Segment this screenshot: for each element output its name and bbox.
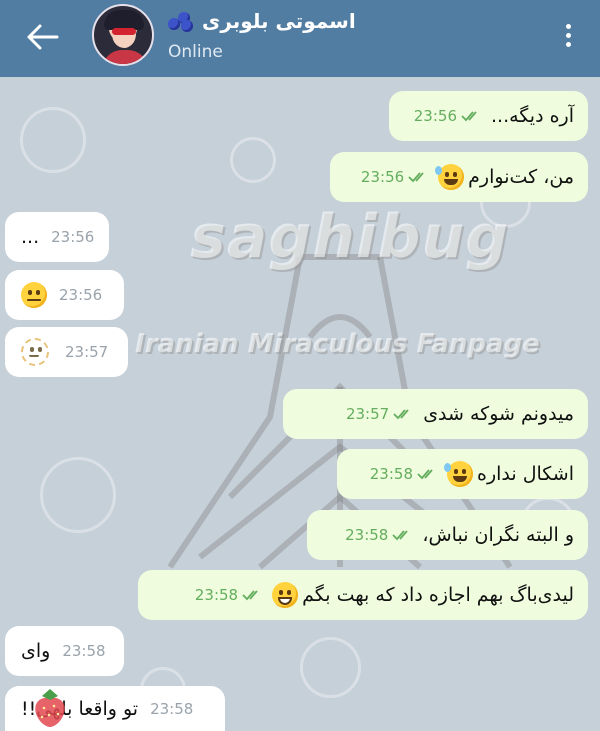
message-text: و البته نگران نباش، bbox=[422, 524, 574, 546]
message-time: 23:58 bbox=[194, 586, 239, 604]
dotted-line-face-emoji-icon bbox=[21, 338, 49, 366]
message-outgoing[interactable]: 23:57 میدونم شوکه شدی bbox=[283, 389, 588, 439]
message-meta: 23:58 bbox=[370, 465, 437, 483]
message-text: من، کت‌نوارم bbox=[468, 166, 574, 188]
message-time: 23:56 bbox=[59, 286, 103, 304]
contact-title[interactable]: اسموتی بلوبری bbox=[168, 6, 356, 36]
double-check-icon bbox=[242, 590, 258, 601]
message-text: اشکال نداره bbox=[477, 463, 574, 485]
message-time: 23:58 bbox=[369, 465, 413, 483]
message-time: 23:56 bbox=[413, 107, 457, 125]
message-time: 23:58 bbox=[150, 699, 194, 718]
contact-name: اسموتی بلوبری bbox=[202, 9, 356, 33]
message-incoming[interactable]: وای 23:58 bbox=[5, 626, 124, 676]
message-text: میدونم شوکه شدی bbox=[423, 403, 574, 425]
double-check-icon bbox=[417, 469, 433, 480]
double-check-icon bbox=[393, 409, 409, 420]
sweat-smile-emoji-icon bbox=[435, 164, 465, 190]
watermark-title: saghibug bbox=[190, 202, 510, 272]
message-meta: 23:56 bbox=[414, 107, 481, 125]
message-meta: 23:56 bbox=[361, 168, 428, 186]
grin-emoji-icon bbox=[272, 582, 299, 608]
message-text: وای bbox=[21, 640, 51, 662]
message-time: 23:57 bbox=[65, 343, 109, 361]
message-incoming[interactable]: 23:57 bbox=[5, 327, 128, 377]
message-time: 23:56 bbox=[360, 168, 405, 186]
message-incoming[interactable]: 23:56 bbox=[5, 270, 124, 320]
avatar[interactable] bbox=[92, 4, 154, 66]
online-status: Online bbox=[168, 42, 223, 62]
more-vertical-icon[interactable] bbox=[564, 24, 572, 52]
blueberries-icon bbox=[168, 10, 194, 32]
arrow-left-icon[interactable] bbox=[24, 22, 60, 52]
message-incoming[interactable]: ... 23:56 bbox=[5, 212, 109, 262]
message-time: 23:57 bbox=[345, 405, 390, 423]
message-meta: 23:58 bbox=[345, 526, 412, 544]
message-time: 23:58 bbox=[345, 526, 389, 544]
message-text: ... bbox=[21, 226, 40, 248]
watermark-subtitle: Iranian Miraculous Fanpage bbox=[135, 329, 540, 359]
double-check-icon bbox=[461, 111, 477, 122]
neutral-face-emoji-icon bbox=[21, 282, 47, 308]
message-text: آره دیگه... bbox=[491, 105, 574, 127]
message-text: لیدی‌باگ بهم اجازه داد که بهت بگم bbox=[302, 584, 574, 606]
message-time: 23:58 bbox=[62, 642, 106, 660]
double-check-icon bbox=[392, 530, 409, 541]
message-meta: 23:57 bbox=[346, 405, 413, 423]
message-outgoing[interactable]: 23:56 من، کت‌نوارم bbox=[330, 152, 588, 202]
message-outgoing[interactable]: 23:58 اشکال نداره bbox=[337, 449, 588, 499]
strawberry-icon bbox=[35, 689, 65, 727]
message-outgoing[interactable]: 23:58 لیدی‌باگ بهم اجازه داد که بهت بگم bbox=[138, 570, 588, 620]
sweat-smile-emoji-icon bbox=[444, 461, 473, 487]
message-meta: 23:58 bbox=[195, 586, 262, 604]
message-outgoing[interactable]: 23:58 و البته نگران نباش، bbox=[307, 510, 588, 560]
message-outgoing[interactable]: 23:56 آره دیگه... bbox=[389, 91, 588, 141]
message-time: 23:56 bbox=[51, 228, 95, 246]
chat-header: اسموتی بلوبری Online bbox=[0, 0, 600, 77]
double-check-icon bbox=[408, 172, 424, 183]
